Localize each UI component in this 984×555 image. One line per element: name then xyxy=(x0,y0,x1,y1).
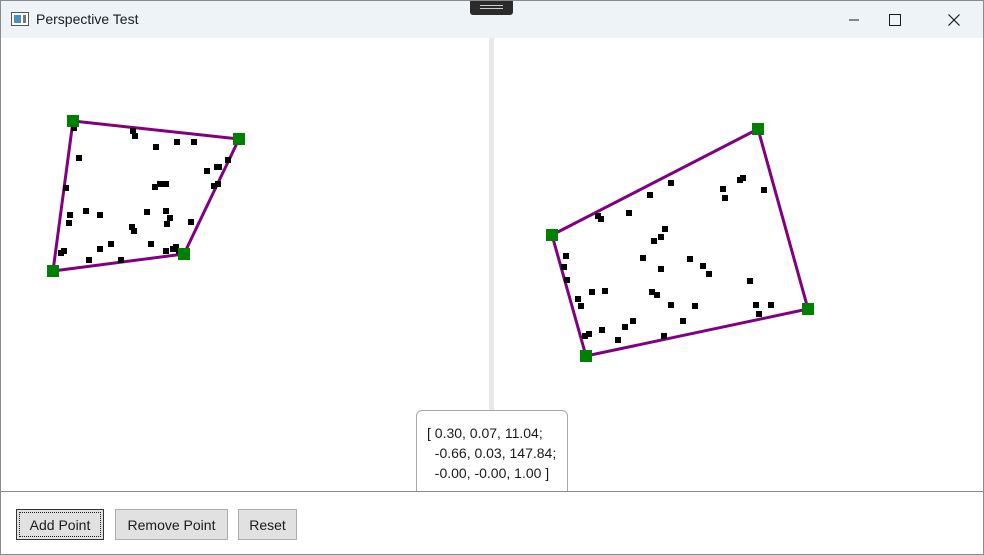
source-corner-handle[interactable] xyxy=(47,265,59,277)
source-sample-point xyxy=(167,215,173,221)
source-sample-point xyxy=(204,168,210,174)
close-icon xyxy=(948,13,960,26)
source-corner-handle[interactable] xyxy=(67,115,79,127)
source-sample-point xyxy=(83,208,89,214)
target-sample-point xyxy=(647,192,653,198)
snap-grip-handle[interactable] xyxy=(470,1,513,15)
target-sample-point xyxy=(661,333,667,339)
source-sample-point xyxy=(211,183,217,189)
source-corner-handle[interactable] xyxy=(233,133,245,145)
source-sample-point xyxy=(163,248,169,254)
target-sample-point xyxy=(740,175,746,181)
target-sample-point xyxy=(622,324,628,330)
target-sample-point xyxy=(599,327,605,333)
source-sample-point xyxy=(63,185,69,191)
source-sample-point xyxy=(225,157,231,163)
target-sample-point xyxy=(578,303,584,309)
source-sample-point xyxy=(108,241,114,247)
matrix-row-1: [ 0.30, 0.07, 11.04; xyxy=(427,425,543,441)
source-sample-point xyxy=(188,219,194,225)
remove-point-button[interactable]: Remove Point xyxy=(115,509,228,540)
source-sample-point xyxy=(163,181,169,187)
close-button[interactable] xyxy=(931,1,977,38)
source-sample-point xyxy=(164,221,170,227)
target-sample-point xyxy=(564,277,570,283)
app-window-icon xyxy=(11,12,29,26)
source-sample-point xyxy=(132,133,138,139)
target-sample-point xyxy=(575,296,581,302)
target-sample-point xyxy=(761,187,767,193)
app-window: Perspective Test [ 0.30, 0.07, 11.04; -0… xyxy=(0,0,984,555)
source-sample-point xyxy=(153,144,159,150)
source-sample-point xyxy=(76,155,82,161)
target-sample-point xyxy=(615,337,621,343)
maximize-icon xyxy=(889,13,901,26)
target-sample-point xyxy=(668,302,674,308)
target-sample-point xyxy=(654,292,660,298)
target-corner-handle[interactable] xyxy=(802,303,814,315)
maximize-button[interactable] xyxy=(872,1,918,38)
target-sample-point xyxy=(561,264,567,270)
target-sample-point xyxy=(720,186,726,192)
source-sample-point xyxy=(131,228,137,234)
matrix-row-2: -0.66, 0.03, 147.84; xyxy=(427,445,557,461)
target-sample-point xyxy=(626,210,632,216)
target-sample-point xyxy=(753,302,759,308)
source-sample-point xyxy=(118,257,124,263)
source-sample-point xyxy=(97,246,103,252)
source-sample-point xyxy=(97,212,103,218)
target-sample-point xyxy=(658,266,664,272)
source-sample-point xyxy=(58,250,64,256)
source-sample-point xyxy=(216,164,222,170)
target-sample-point xyxy=(706,271,712,277)
source-sample-point xyxy=(163,208,169,214)
title-bar[interactable]: Perspective Test xyxy=(1,1,983,38)
perspective-canvas-area[interactable]: [ 0.30, 0.07, 11.04; -0.66, 0.03, 147.84… xyxy=(1,38,983,500)
minimize-button[interactable] xyxy=(831,1,877,38)
target-corner-handle[interactable] xyxy=(752,123,764,135)
source-sample-point xyxy=(157,181,163,187)
source-sample-point xyxy=(86,257,92,263)
bottom-toolbar: Add Point Remove Point Reset xyxy=(1,491,983,554)
target-sample-point xyxy=(589,289,595,295)
target-sample-point xyxy=(662,226,668,232)
target-sample-point xyxy=(651,238,657,244)
minimize-icon xyxy=(849,19,859,20)
target-sample-point xyxy=(747,278,753,284)
source-corner-handle[interactable] xyxy=(178,248,190,260)
target-corner-handle[interactable] xyxy=(546,229,558,241)
matrix-row-3: -0.00, -0.00, 1.00 ] xyxy=(427,465,550,481)
target-sample-point xyxy=(630,318,636,324)
transform-matrix-box: [ 0.30, 0.07, 11.04; -0.66, 0.03, 147.84… xyxy=(416,410,568,500)
target-sample-point xyxy=(756,311,762,317)
source-sample-point xyxy=(66,220,72,226)
target-sample-point xyxy=(658,234,664,240)
source-quad-outline xyxy=(51,119,242,273)
source-sample-point xyxy=(67,212,73,218)
target-sample-point xyxy=(722,195,728,201)
source-sample-point xyxy=(144,209,150,215)
reset-button[interactable]: Reset xyxy=(238,509,297,540)
add-point-button[interactable]: Add Point xyxy=(16,509,104,540)
source-sample-point xyxy=(191,139,197,145)
target-sample-point xyxy=(598,216,604,222)
target-sample-point xyxy=(640,255,646,261)
target-sample-point xyxy=(680,318,686,324)
target-sample-point xyxy=(586,331,592,337)
target-sample-point xyxy=(563,253,569,259)
target-sample-point xyxy=(692,303,698,309)
source-sample-point xyxy=(148,241,154,247)
source-sample-point xyxy=(174,139,180,145)
target-sample-point xyxy=(768,302,774,308)
target-sample-point xyxy=(602,288,608,294)
target-sample-point xyxy=(700,263,706,269)
target-sample-point xyxy=(668,180,674,186)
window-title: Perspective Test xyxy=(36,11,139,27)
target-sample-point xyxy=(687,256,693,262)
target-corner-handle[interactable] xyxy=(580,350,592,362)
